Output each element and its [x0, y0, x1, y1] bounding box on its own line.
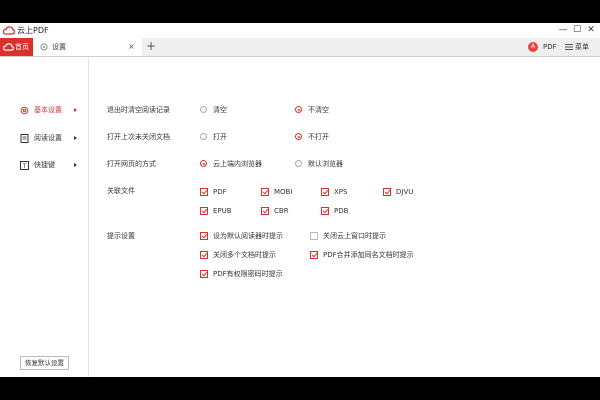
keyboard-icon: T	[20, 161, 29, 170]
radio-label: 打开	[213, 133, 227, 141]
radio-label: 不打开	[308, 133, 329, 141]
checkbox	[321, 188, 329, 196]
checkbox-label: XPS	[334, 188, 348, 196]
radio-label: 云上端内浏览器	[213, 160, 262, 168]
checkbox	[200, 232, 208, 240]
checkbox	[383, 188, 391, 196]
chevron-right-icon	[74, 136, 77, 140]
radio-button	[200, 133, 207, 140]
tab-bar: 首页 设置 × + A PDF 菜单	[0, 38, 600, 57]
gear-icon	[20, 106, 29, 115]
settings-content: 退出时清空阅读记录 清空 不清空 打开上次未关闭文档 打开 不打开 打开网页的方…	[89, 57, 600, 377]
open-web-label: 打开网页的方式	[107, 160, 156, 168]
radio-label: 清空	[213, 106, 227, 114]
app-window: 云上PDF — ☐ ✕ 首页 设置 × + A PDF 菜单 基本设置 阅读设置…	[0, 23, 600, 377]
new-tab-button[interactable]: +	[146, 38, 156, 55]
cloud-logo-icon	[3, 26, 15, 35]
user-avatar-badge[interactable]: A	[528, 42, 538, 52]
checkbox-label: 关闭多个文档时提示	[213, 251, 276, 259]
title-bar: 云上PDF — ☐ ✕	[0, 23, 600, 38]
assoc-label: 关联文件	[107, 187, 135, 195]
radio-label: 默认浏览器	[308, 160, 343, 168]
checkbox-label: PDB	[334, 207, 349, 215]
svg-text:T: T	[22, 163, 27, 170]
checkbox-label: PDF有权限密码时提示	[213, 270, 283, 278]
checkbox	[200, 251, 208, 259]
checkbox	[310, 251, 318, 259]
app-title: 云上PDF	[17, 26, 49, 35]
tab-home[interactable]: 首页	[0, 38, 33, 56]
checkbox-label: PDF合并添加同名文档时提示	[323, 251, 414, 259]
checkbox	[200, 270, 208, 278]
menu-button[interactable]: 菜单	[575, 38, 589, 56]
cloud-icon	[3, 43, 14, 51]
checkbox	[200, 188, 208, 196]
radio-button	[295, 133, 302, 140]
checkbox-label: 关闭云上窗口时提示	[323, 232, 386, 240]
tab-home-label: 首页	[15, 43, 29, 51]
sidebar-item-label: 阅读设置	[34, 134, 62, 142]
radio-button	[295, 160, 302, 167]
prompts-label: 提示设置	[107, 232, 135, 240]
sidebar-item-label: 基本设置	[34, 106, 62, 114]
checkbox	[321, 207, 329, 215]
checkbox	[310, 232, 318, 240]
settings-sidebar: 基本设置 阅读设置 T 快捷键 恢复默认设置	[0, 57, 89, 377]
radio-button	[295, 106, 302, 113]
checkbox-label: DJVU	[396, 188, 414, 196]
checkbox-label: PDF	[213, 188, 227, 196]
sidebar-item-basic[interactable]: 基本设置	[20, 104, 82, 116]
radio-label: 不清空	[308, 106, 329, 114]
maximize-button[interactable]: ☐	[571, 24, 583, 36]
chevron-right-icon	[74, 163, 77, 167]
minimize-button[interactable]: —	[557, 24, 569, 36]
tab-settings[interactable]: 设置 ×	[34, 38, 142, 56]
radio-button	[200, 106, 207, 113]
open-last-label: 打开上次未关闭文档	[107, 133, 170, 141]
checkbox	[261, 207, 269, 215]
pdf-tools-button[interactable]: PDF	[543, 38, 557, 56]
clear-history-label: 退出时清空阅读记录	[107, 106, 170, 114]
checkbox-label: EPUB	[213, 207, 232, 215]
checkbox	[200, 207, 208, 215]
checkbox-label: CBR	[274, 207, 289, 215]
menu-icon[interactable]	[565, 43, 573, 51]
checkbox-label: MOBI	[274, 188, 293, 196]
radio-button	[200, 160, 207, 167]
sidebar-item-shortcuts[interactable]: T 快捷键	[20, 159, 82, 171]
book-icon	[20, 134, 29, 143]
tab-close-icon[interactable]: ×	[128, 38, 135, 56]
tab-settings-label: 设置	[52, 43, 66, 51]
close-window-button[interactable]: ✕	[585, 24, 597, 36]
gear-icon	[40, 43, 48, 51]
sidebar-item-label: 快捷键	[34, 161, 55, 169]
chevron-right-icon	[74, 108, 77, 112]
checkbox	[261, 188, 269, 196]
checkbox-label: 设为默认阅读器时提示	[213, 232, 283, 240]
sidebar-item-reading[interactable]: 阅读设置	[20, 132, 82, 144]
restore-defaults-button[interactable]: 恢复默认设置	[20, 356, 69, 370]
